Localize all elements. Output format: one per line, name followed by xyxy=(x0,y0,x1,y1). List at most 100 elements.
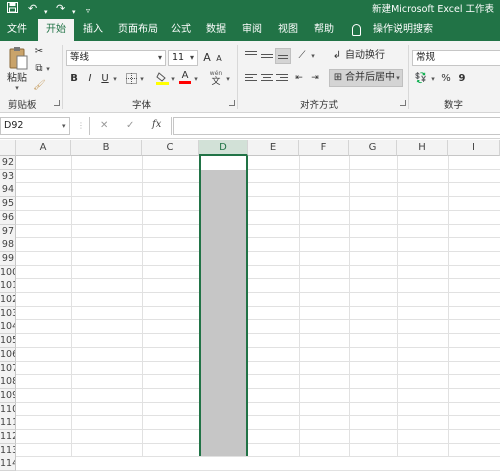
merge-center-button[interactable]: ⊞ 合并后居中 ▾ xyxy=(329,69,403,87)
align-center-icon[interactable] xyxy=(261,74,273,84)
italic-button[interactable]: I xyxy=(84,71,96,87)
undo-icon[interactable]: ↶ xyxy=(28,2,37,16)
select-all-corner[interactable] xyxy=(0,140,16,156)
active-cell-d92[interactable] xyxy=(201,156,246,170)
underline-button[interactable]: U xyxy=(99,71,111,87)
orientation-dropdown-icon[interactable]: ▾ xyxy=(310,48,316,64)
font-color-dropdown-icon[interactable]: ▾ xyxy=(193,71,199,87)
column-header-h[interactable]: H xyxy=(397,140,448,156)
number-format-select[interactable]: 常规 xyxy=(412,50,500,66)
name-box[interactable]: D92 xyxy=(0,117,70,135)
save-icon[interactable] xyxy=(7,2,18,17)
tell-me-search[interactable]: 操作说明搜索 xyxy=(368,19,438,41)
row-header[interactable]: 100 xyxy=(0,265,16,280)
row-header[interactable]: 94 xyxy=(0,183,16,198)
row-header[interactable]: 98 xyxy=(0,238,16,253)
underline-dropdown-icon[interactable]: ▾ xyxy=(112,71,118,87)
align-left-icon[interactable] xyxy=(245,74,257,84)
font-color-button[interactable]: A xyxy=(179,69,191,84)
tab-formulas[interactable]: 公式 xyxy=(166,19,196,41)
bold-button[interactable]: B xyxy=(68,71,80,87)
wrap-text-button[interactable]: 自动换行 xyxy=(345,48,385,64)
column-header-e[interactable]: E xyxy=(248,140,299,156)
row-header[interactable]: 110 xyxy=(0,402,16,417)
tab-review[interactable]: 审阅 xyxy=(237,19,267,41)
row-header[interactable]: 104 xyxy=(0,320,16,335)
percent-style-button[interactable]: % xyxy=(441,71,451,87)
selected-column-d[interactable] xyxy=(199,156,248,456)
decrease-font-size-button[interactable]: A xyxy=(214,51,224,67)
tab-help[interactable]: 帮助 xyxy=(309,19,339,41)
increase-indent-icon[interactable]: ⇥ xyxy=(308,70,322,86)
cut-icon[interactable]: ✂ xyxy=(33,44,45,60)
formula-input[interactable] xyxy=(173,117,500,135)
font-size-select[interactable]: 11 ▾ xyxy=(168,50,198,66)
splitter-icon[interactable]: ⋮ xyxy=(77,121,85,130)
row-header[interactable]: 101 xyxy=(0,279,16,294)
row-header[interactable]: 108 xyxy=(0,375,16,390)
row-header[interactable]: 111 xyxy=(0,416,16,431)
row-header[interactable]: 96 xyxy=(0,210,16,225)
redo-icon[interactable]: ↷ xyxy=(56,2,65,16)
row-header[interactable]: 97 xyxy=(0,224,16,239)
accounting-dropdown-icon[interactable]: ▾ xyxy=(430,71,436,87)
row-header[interactable]: 95 xyxy=(0,197,16,212)
clipboard-launcher-icon[interactable] xyxy=(54,100,60,106)
format-painter-icon[interactable]: 🖌 xyxy=(33,78,46,94)
tab-file[interactable]: 文件 xyxy=(2,19,32,41)
row-header[interactable]: 93 xyxy=(0,169,16,184)
row-header[interactable]: 106 xyxy=(0,347,16,362)
column-header-d[interactable]: D xyxy=(199,140,248,156)
comma-style-button[interactable]: 9 xyxy=(457,71,467,87)
fill-color-dropdown-icon[interactable]: ▾ xyxy=(170,71,176,87)
insert-function-icon[interactable]: fx xyxy=(152,119,161,130)
accounting-format-icon[interactable]: 💱 xyxy=(414,71,428,87)
decrease-indent-icon[interactable]: ⇤ xyxy=(292,70,306,86)
column-header-g[interactable]: G xyxy=(349,140,397,156)
column-header-a[interactable]: A xyxy=(16,140,71,156)
column-header-i[interactable]: I xyxy=(448,140,500,156)
top-align-icon[interactable] xyxy=(245,51,257,61)
bottom-align-button[interactable] xyxy=(275,48,291,64)
copy-icon[interactable]: ⧉ xyxy=(33,61,45,77)
paste-icon[interactable] xyxy=(8,46,28,72)
row-header[interactable]: 99 xyxy=(0,251,16,266)
name-box-dropdown-icon[interactable]: ▾ xyxy=(62,122,66,130)
tab-view[interactable]: 视图 xyxy=(273,19,303,41)
worksheet-grid[interactable]: A B C D E F G H I 9293949596979899100101… xyxy=(0,140,500,471)
wrap-text-icon[interactable]: ↲ xyxy=(331,48,343,64)
row-header[interactable]: 105 xyxy=(0,334,16,349)
column-header-f[interactable]: F xyxy=(299,140,349,156)
row-header[interactable]: 103 xyxy=(0,306,16,321)
middle-align-icon[interactable] xyxy=(261,54,273,64)
column-header-b[interactable]: B xyxy=(71,140,142,156)
column-header-c[interactable]: C xyxy=(142,140,199,156)
row-header[interactable]: 112 xyxy=(0,430,16,444)
tab-insert[interactable]: 插入 xyxy=(78,19,108,41)
paste-dropdown-icon[interactable]: ▾ xyxy=(12,84,22,92)
borders-icon[interactable] xyxy=(124,71,138,87)
row-header[interactable]: 92 xyxy=(0,156,16,170)
row-header[interactable]: 114 xyxy=(0,457,16,471)
align-right-icon[interactable] xyxy=(276,74,288,84)
redo-dropdown-icon[interactable]: ▾ xyxy=(72,5,76,19)
orientation-icon[interactable]: ⟋ xyxy=(295,48,309,64)
undo-dropdown-icon[interactable]: ▾ xyxy=(44,5,48,19)
tab-page-layout[interactable]: 页面布局 xyxy=(113,19,163,41)
customize-qat-icon[interactable]: ▿ xyxy=(86,4,90,18)
enter-icon[interactable]: ✓ xyxy=(126,120,134,131)
font-launcher-icon[interactable] xyxy=(229,100,235,106)
tab-home[interactable]: 开始 xyxy=(38,19,74,41)
row-header[interactable]: 102 xyxy=(0,293,16,307)
cancel-icon[interactable]: ✕ xyxy=(100,120,108,131)
row-header[interactable]: 109 xyxy=(0,388,16,403)
tab-data[interactable]: 数据 xyxy=(201,19,231,41)
phonetic-dropdown-icon[interactable]: ▾ xyxy=(225,71,231,87)
alignment-launcher-icon[interactable] xyxy=(400,100,406,106)
font-name-select[interactable]: 等线 ▾ xyxy=(66,50,166,66)
phonetic-guide-button[interactable]: wén 文 xyxy=(209,71,223,88)
fill-color-icon[interactable] xyxy=(155,71,169,87)
row-header[interactable]: 107 xyxy=(0,361,16,376)
copy-dropdown-icon[interactable]: ▾ xyxy=(45,61,51,77)
increase-font-size-button[interactable]: A xyxy=(202,50,212,66)
